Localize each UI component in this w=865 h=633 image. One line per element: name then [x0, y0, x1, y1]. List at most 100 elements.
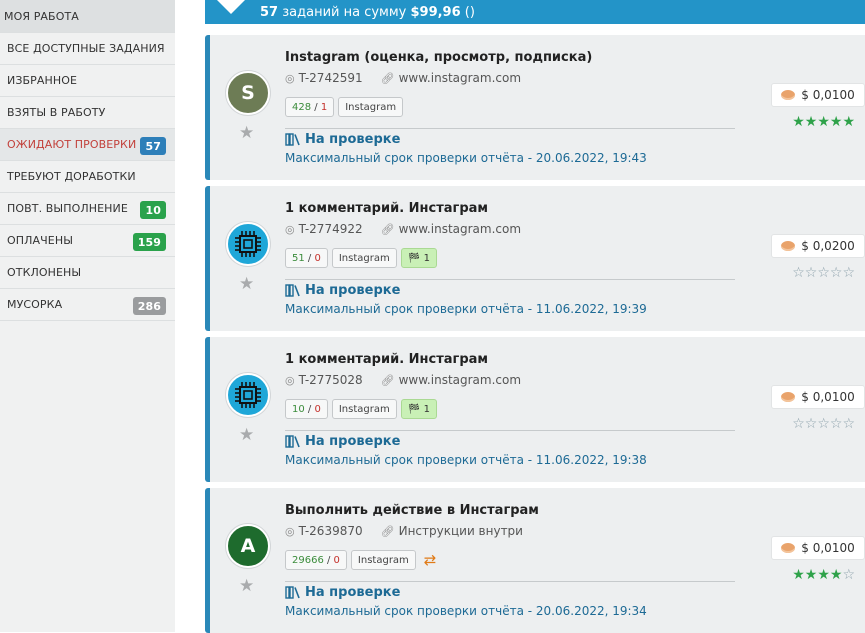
- task-link[interactable]: www.instagram.com: [399, 373, 521, 387]
- task-status: На проверке: [285, 283, 400, 298]
- books-icon: [285, 284, 301, 297]
- task-title[interactable]: Выполнить действие в Инстаграм: [285, 503, 539, 518]
- avatar: A: [226, 524, 270, 568]
- sidebar-item-4[interactable]: ОЖИДАЮТ ПРОВЕРКИ 57: [0, 129, 175, 161]
- divider: [285, 430, 735, 431]
- task-title[interactable]: Instagram (оценка, просмотр, подписка): [285, 50, 592, 65]
- task-id: T-2639870: [298, 524, 363, 538]
- sidebar-header-label: МОЯ РАБОТА: [4, 9, 79, 23]
- sidebar-item-label: ТРЕБУЮТ ДОРАБОТКИ: [7, 170, 136, 183]
- task-id: T-2775028: [298, 373, 363, 387]
- sidebar-item-7[interactable]: ОПЛАЧЕНЫ 159: [0, 225, 175, 257]
- coin-icon: [781, 90, 796, 100]
- sidebar-header: МОЯ РАБОТА: [0, 0, 175, 33]
- count-badge: 286: [132, 297, 166, 315]
- notch-arrow: [215, 0, 247, 14]
- avatar-letter: S: [241, 82, 255, 104]
- favorite-star-icon[interactable]: ★: [239, 576, 254, 596]
- rating-star-icon: ☆: [804, 265, 818, 281]
- flag-icon: 🏁︎: [407, 403, 421, 415]
- sidebar-item-label: ОЖИДАЮТ ПРОВЕРКИ: [7, 138, 137, 151]
- sidebar-item-9[interactable]: МУСОРКА 286: [0, 289, 175, 321]
- divider: [285, 279, 735, 280]
- task-link[interactable]: www.instagram.com: [399, 222, 521, 236]
- task-tags: 29666 / 0 Instagram ⇄: [285, 550, 436, 570]
- rating-star-icon: ☆: [842, 416, 855, 432]
- task-id: T-2774922: [298, 222, 363, 236]
- task-id: T-2742591: [298, 71, 363, 85]
- sidebar-item-5[interactable]: ТРЕБУЮТ ДОРАБОТКИ: [0, 161, 175, 193]
- sidebar-item-6[interactable]: ПОВТ. ВЫПОЛНЕНИЕ 10: [0, 193, 175, 225]
- rating-star-icon: ☆: [792, 416, 805, 432]
- task-price: $ 0,0100: [801, 88, 855, 102]
- favorite-star-icon[interactable]: ★: [239, 425, 254, 445]
- count-badge: 57: [140, 137, 166, 155]
- task-meta: ◎ T-2774922 🔗︎ www.instagram.com: [285, 222, 521, 236]
- sidebar-item-3[interactable]: ВЗЯТЫ В РАБОТУ: [0, 97, 175, 129]
- task-card[interactable]: ★ 1 комментарий. Инстаграм ◎ T-2775028 🔗︎ www…: [205, 337, 865, 482]
- summary-count: 57: [260, 4, 279, 20]
- summary-bar: 57 заданий на сумму $99,96 (): [205, 0, 865, 24]
- summary-suffix: (): [464, 4, 475, 20]
- platform-tag: Instagram: [331, 399, 397, 419]
- task-meta: ◎ T-2775028 🔗︎ www.instagram.com: [285, 373, 521, 387]
- task-card[interactable]: ★ 1 комментарий. Инстаграм ◎ T-2774922 🔗︎ www…: [205, 186, 865, 331]
- task-title[interactable]: 1 комментарий. Инстаграм: [285, 201, 488, 216]
- task-price: $ 0,0100: [801, 541, 855, 555]
- task-deadline: Максимальный срок проверки отчёта - 11.0…: [285, 453, 647, 467]
- task-deadline: Максимальный срок проверки отчёта - 11.0…: [285, 302, 647, 316]
- sidebar-item-2[interactable]: ИЗБРАННОЕ: [0, 65, 175, 97]
- task-meta: ◎ T-2742591 🔗︎ www.instagram.com: [285, 71, 521, 85]
- link-icon: 🔗︎: [380, 71, 395, 85]
- price-badge: $ 0,0200: [771, 234, 865, 258]
- books-icon: [285, 435, 301, 448]
- summary-text: заданий на сумму: [282, 4, 407, 20]
- task-price: $ 0,0100: [801, 390, 855, 404]
- rating-star-icon: ☆: [792, 265, 805, 281]
- status-label: На проверке: [305, 132, 401, 147]
- rating-star-icon: ★: [829, 114, 843, 130]
- rejected-count: 0: [314, 252, 321, 264]
- sidebar-item-label: ПОВТ. ВЫПОЛНЕНИЕ: [7, 202, 128, 215]
- task-card[interactable]: S ★ Instagram (оценка, просмотр, подписка)…: [205, 35, 865, 180]
- favorite-star-icon[interactable]: ★: [239, 123, 254, 143]
- rating-stars: ★ ★ ★ ★ ☆: [792, 567, 855, 583]
- task-card[interactable]: A ★ Выполнить действие в Инстаграм ◎ T-26398…: [205, 488, 865, 633]
- flag-count: 1: [423, 403, 430, 415]
- price-badge: $ 0,0100: [771, 536, 865, 560]
- avatar: [226, 373, 270, 417]
- task-link[interactable]: Инструкции внутри: [399, 524, 523, 538]
- sidebar-item-1[interactable]: ВСЕ ДОСТУПНЫЕ ЗАДАНИЯ: [0, 33, 175, 65]
- link-icon: 🔗︎: [380, 222, 395, 236]
- sidebar-item-label: ОТКЛОНЕНЫ: [7, 266, 82, 279]
- task-title[interactable]: 1 комментарий. Инстаграм: [285, 352, 488, 367]
- avatar: [226, 222, 270, 266]
- link-icon: 🔗︎: [380, 373, 395, 387]
- chip-icon: [233, 380, 263, 410]
- stats-tag: 51 / 0: [285, 248, 328, 268]
- favorite-star-icon[interactable]: ★: [239, 274, 254, 294]
- chip-icon: [233, 229, 263, 259]
- rating-star-icon: ★: [817, 567, 830, 583]
- task-status: На проверке: [285, 132, 400, 147]
- task-tags: 51 / 0 Instagram 🏁︎ 1: [285, 248, 437, 268]
- task-meta: ◎ T-2639870 🔗︎ Инструкции внутри: [285, 524, 523, 538]
- target-icon: ◎: [285, 71, 295, 85]
- rejected-count: 0: [314, 403, 321, 415]
- stats-tag: 29666 / 0: [285, 550, 347, 570]
- rating-star-icon: ★: [829, 567, 843, 583]
- count-badge: 10: [140, 201, 166, 219]
- stats-tag: 428 / 1: [285, 97, 335, 117]
- books-icon: [285, 133, 301, 146]
- summary-amount: $99,96: [410, 4, 461, 20]
- task-link[interactable]: www.instagram.com: [399, 71, 521, 85]
- sidebar: МОЯ РАБОТА ВСЕ ДОСТУПНЫЕ ЗАДАНИЯ ИЗБРАННО…: [0, 0, 175, 632]
- rejected-count: 0: [333, 554, 340, 566]
- sidebar-item-8[interactable]: ОТКЛОНЕНЫ: [0, 257, 175, 289]
- target-icon: ◎: [285, 373, 295, 387]
- platform-tag: Instagram: [350, 550, 416, 570]
- rating-stars: ★ ★ ★ ★ ★: [792, 114, 855, 130]
- rejected-count: 1: [320, 101, 328, 113]
- task-price: $ 0,0200: [801, 239, 855, 253]
- stats-tag: 10 / 0: [285, 399, 328, 419]
